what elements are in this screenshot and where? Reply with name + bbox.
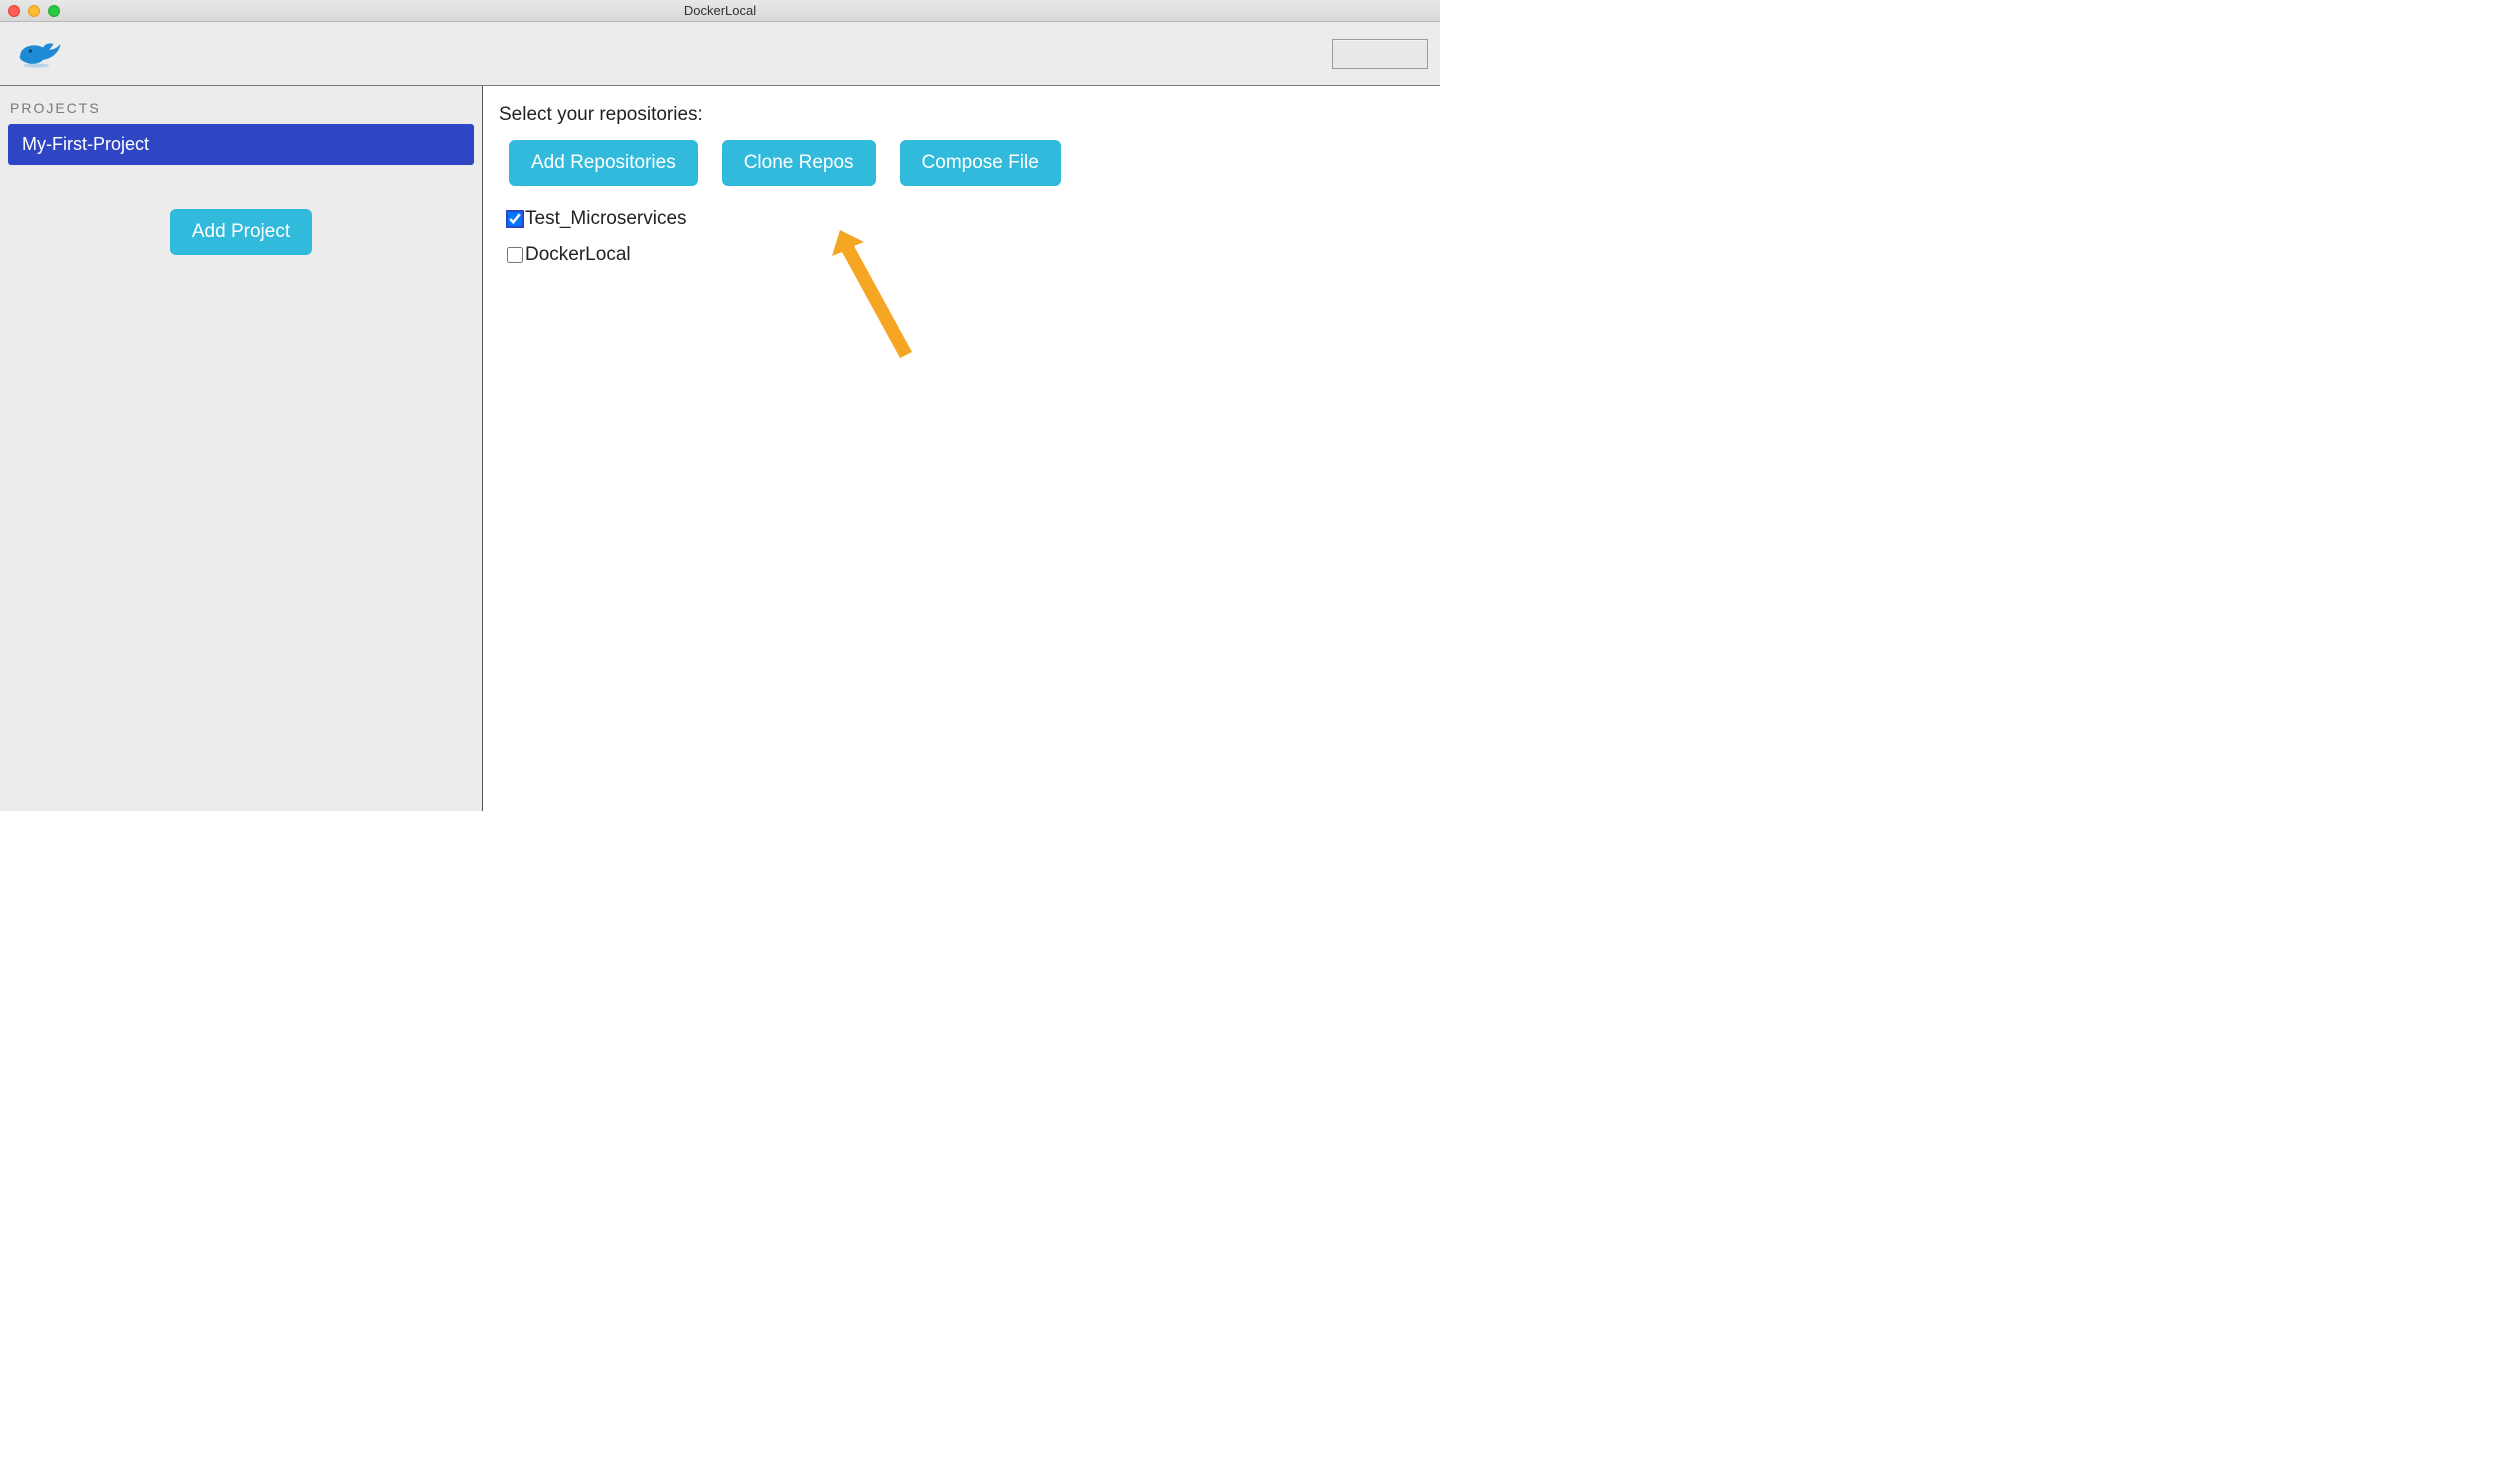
clone-repos-button[interactable]: Clone Repos xyxy=(722,140,876,186)
window-title: DockerLocal xyxy=(684,3,756,18)
window-maximize-button[interactable] xyxy=(48,5,60,17)
window-close-button[interactable] xyxy=(8,5,20,17)
add-repositories-button[interactable]: Add Repositories xyxy=(509,140,698,186)
app-body: PROJECTS My-First-Project Add Project Se… xyxy=(0,86,1440,811)
repository-item[interactable]: Test_Microservices xyxy=(507,208,1424,230)
action-row: Add Repositories Clone Repos Compose Fil… xyxy=(509,140,1424,186)
repository-item[interactable]: DockerLocal xyxy=(507,244,1424,266)
whale-icon xyxy=(16,36,62,72)
window-titlebar: DockerLocal xyxy=(0,0,1440,22)
main-heading: Select your repositories: xyxy=(499,104,1424,126)
main-panel: Select your repositories: Add Repositori… xyxy=(483,86,1440,811)
sidebar: PROJECTS My-First-Project Add Project xyxy=(0,86,483,811)
repository-checkbox[interactable] xyxy=(507,247,523,263)
repository-checkbox[interactable] xyxy=(507,211,523,227)
app-logo xyxy=(12,36,62,72)
window-traffic-lights xyxy=(0,5,60,17)
sidebar-project-item[interactable]: My-First-Project xyxy=(8,124,474,165)
toolbar-placeholder-button[interactable] xyxy=(1332,39,1428,69)
window-minimize-button[interactable] xyxy=(28,5,40,17)
app-toolbar xyxy=(0,22,1440,86)
repository-list: Test_Microservices DockerLocal xyxy=(507,208,1424,266)
compose-file-button[interactable]: Compose File xyxy=(900,140,1061,186)
sidebar-heading: PROJECTS xyxy=(0,100,482,124)
sidebar-project-label: My-First-Project xyxy=(22,134,149,154)
add-project-button[interactable]: Add Project xyxy=(170,209,312,255)
repository-label: Test_Microservices xyxy=(525,208,687,230)
repository-label: DockerLocal xyxy=(525,244,631,266)
